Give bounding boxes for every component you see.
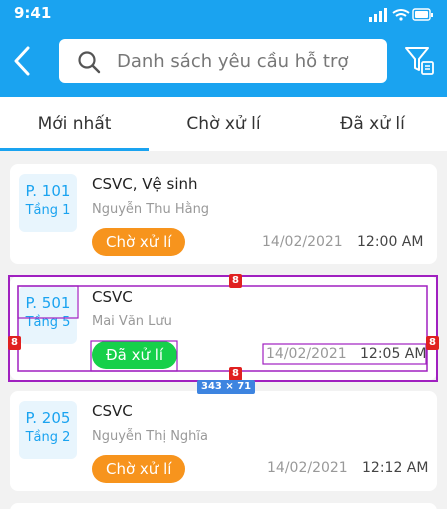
request-list: P. 101 Tầng 1 CSVC, Vệ sinh Nguyễn Thu H…	[0, 151, 447, 509]
room-number: P. 205	[25, 409, 71, 427]
floor-label: Tầng 1	[25, 203, 71, 218]
floor-label: Tầng 2	[25, 430, 71, 445]
tab-processed[interactable]: Đã xử lí	[298, 97, 447, 151]
room-badge: P. 205 Tầng 2	[19, 401, 77, 459]
battery-icon	[412, 8, 433, 21]
room-badge: P. 501 Tầng 5	[19, 286, 77, 344]
status-badge[interactable]: Chờ xử lí	[92, 228, 186, 256]
system-status-icons	[369, 8, 433, 22]
request-card[interactable]	[10, 503, 437, 509]
search-input[interactable]: Danh sách yêu cầu hỗ trợ	[59, 39, 387, 83]
back-arrow-icon[interactable]	[10, 44, 38, 78]
tab-bar: Mới nhất Chờ xử lí Đã xử lí	[0, 97, 447, 151]
spacing-label-right: 8	[426, 336, 439, 350]
request-time: 12:12 AM	[362, 460, 429, 476]
search-placeholder: Danh sách yêu cầu hỗ trợ	[117, 51, 349, 72]
room-badge: P. 101 Tầng 1	[19, 174, 77, 232]
request-card[interactable]: P. 501 Tầng 5 CSVC Mai Văn Lưu Đã xử lí …	[10, 276, 437, 380]
app-header: 9:41 Danh sách yêu cầu hỗ trợ	[0, 0, 447, 97]
status-time: 9:41	[14, 4, 52, 22]
status-bar: 9:41	[14, 4, 433, 24]
request-card[interactable]: P. 205 Tầng 2 CSVC Nguyễn Thị Nghĩa Chờ …	[10, 391, 437, 491]
floor-label: Tầng 5	[25, 315, 71, 330]
signal-icon	[369, 8, 387, 22]
request-date: 14/02/2021	[267, 460, 348, 476]
room-number: P. 101	[25, 182, 71, 200]
request-category: CSVC	[92, 288, 133, 306]
tab-pending[interactable]: Chờ xử lí	[149, 97, 298, 151]
search-icon	[78, 51, 101, 74]
request-date: 14/02/2021	[266, 346, 347, 362]
spacing-label-top: 8	[229, 274, 242, 288]
requester-name: Nguyễn Thị Nghĩa	[92, 429, 208, 444]
request-category: CSVC	[92, 402, 133, 420]
status-badge[interactable]: Đã xử lí	[92, 341, 178, 369]
room-number: P. 501	[25, 294, 71, 312]
status-badge[interactable]: Chờ xử lí	[92, 455, 186, 483]
wifi-icon	[392, 9, 410, 21]
spacing-label-bottom: 8	[229, 367, 242, 381]
requester-name: Nguyễn Thu Hằng	[92, 202, 210, 217]
request-category: CSVC, Vệ sinh	[92, 175, 198, 193]
size-label: 343 × 71	[197, 380, 256, 394]
request-time: 12:00 AM	[357, 234, 424, 250]
filter-icon[interactable]	[403, 44, 435, 76]
request-card[interactable]: P. 101 Tầng 1 CSVC, Vệ sinh Nguyễn Thu H…	[10, 164, 437, 264]
request-date: 14/02/2021	[262, 234, 343, 250]
requester-name: Mai Văn Lưu	[92, 314, 172, 329]
request-time: 12:05 AM	[360, 346, 427, 362]
spacing-label-left: 8	[8, 336, 21, 350]
tab-newest[interactable]: Mới nhất	[0, 97, 149, 151]
